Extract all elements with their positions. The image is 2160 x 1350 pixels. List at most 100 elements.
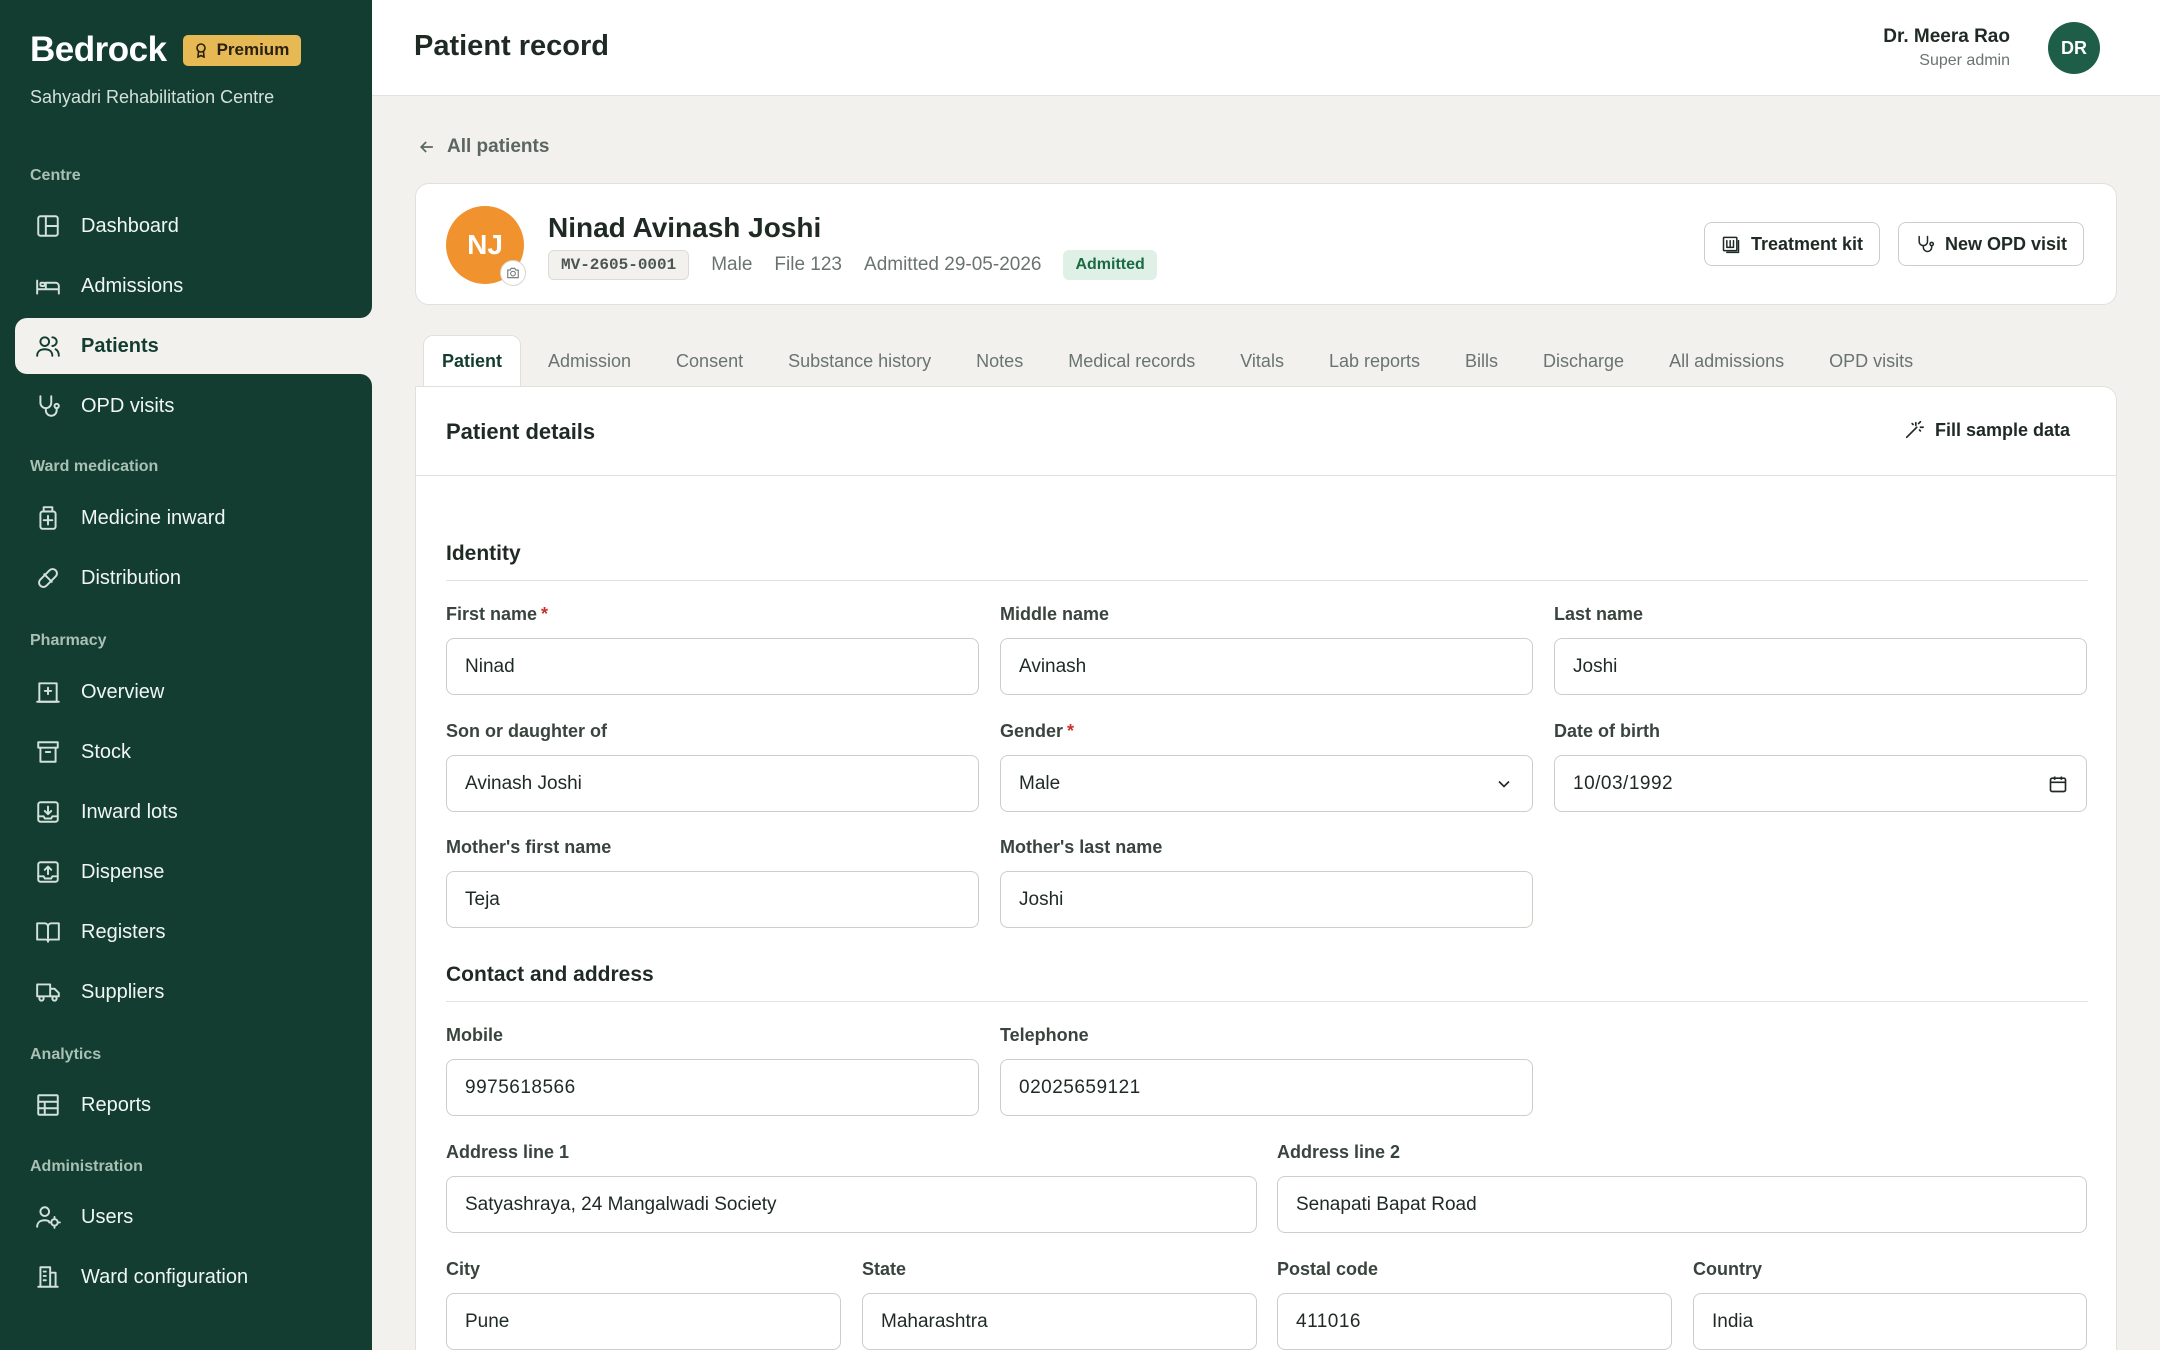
patient-admitted-date: Admitted 29-05-2026 [864,254,1042,275]
sidebar-item-users[interactable]: Users [15,1189,372,1245]
magic-wand-icon [1905,420,1924,439]
user-cog-icon [36,1206,61,1229]
premium-badge: Premium [182,34,302,66]
stethoscope-icon [39,395,60,417]
camera-icon [507,267,519,279]
sidebar-item-label: Registers [81,920,166,943]
back-to-all-patients-link[interactable]: All patients [417,136,549,158]
inbox-upload-icon [37,861,59,883]
sidebar-item-overview[interactable]: Overview [15,664,372,720]
panel-header: Patient details Fill sample data [416,387,2116,476]
sidebar-item-label: OPD visits [81,394,175,417]
sidebar-item-stock[interactable]: Stock [15,724,372,780]
state-label: State [862,1259,907,1279]
postal-code-field[interactable]: 411016 [1277,1293,1672,1350]
country-field[interactable]: India [1693,1293,2087,1350]
sidebar-item-label: Ward configuration [81,1265,249,1288]
dob-value: 10/03/1992 [1573,772,1674,794]
dob-field[interactable]: 10/03/1992 [1554,755,2087,812]
arrow-left-icon [419,141,433,153]
sidebar-item-label: Distribution [81,566,182,589]
section-divider [446,580,2088,581]
users-icon [36,336,60,357]
last-name-field[interactable]: Joshi [1554,638,2087,695]
telephone-field[interactable]: 02025659121 [1000,1059,1533,1116]
tab-bills[interactable]: Bills [1447,335,1516,387]
mother-first-name-label: Mother's first name [446,837,612,857]
tab-consent[interactable]: Consent [658,335,761,387]
mother-first-name-field[interactable]: Teja [446,871,979,928]
mobile-label: Mobile [446,1025,503,1045]
tab-vitals[interactable]: Vitals [1222,335,1302,387]
sidebar-item-registers[interactable]: Registers [15,904,372,960]
treatment-kit-button[interactable]: Treatment kit [1704,222,1881,266]
sidebar-item-admissions[interactable]: Admissions [15,258,372,314]
tab-patient[interactable]: Patient [423,335,522,387]
record-tabs: Patient Admission Consent Substance hist… [423,335,1940,387]
fill-sample-label: Fill sample data [1934,419,2070,440]
centre-name: Sahyadri Rehabilitation Centre [30,87,275,107]
sidebar-item-inward-lots[interactable]: Inward lots [15,784,372,840]
sidebar-item-label: Medicine inward [81,506,226,529]
son-daughter-of-field[interactable]: Avinash Joshi [446,755,979,812]
address-line-1-field[interactable]: Satyashraya, 24 Mangalwadi Society [446,1176,1257,1233]
tab-discharge[interactable]: Discharge [1525,335,1642,387]
page-title: Patient record [414,30,609,62]
user-name: Dr. Meera Rao [1883,26,2010,47]
mobile-field[interactable]: 9975618566 [446,1059,979,1116]
gender-select[interactable]: Male [1000,755,1533,812]
mother-last-name-label: Mother's last name [1000,837,1163,857]
dob-label: Date of birth [1554,721,1660,741]
sidebar-item-ward-configuration[interactable]: Ward configuration [15,1249,372,1305]
nav-section-administration: Administration [30,1158,143,1175]
tab-notes[interactable]: Notes [958,335,1041,387]
section-divider [446,1001,2088,1002]
fill-sample-data-button[interactable]: Fill sample data [1903,419,2070,441]
book-open-icon [36,922,60,943]
layout-icon [37,215,59,237]
tab-opd-visits[interactable]: OPD visits [1811,335,1931,387]
sidebar-item-label: Patients [81,334,159,357]
sidebar-item-dashboard[interactable]: Dashboard [15,198,372,254]
tab-admission[interactable]: Admission [530,335,649,387]
patient-details-panel: Patient details Fill sample data Identit… [415,386,2117,1350]
section-title-contact: Contact and address [446,963,654,986]
patient-summary-card: NJ Ninad Avinash Joshi MV-2605-0001 Male… [415,183,2117,305]
user-info[interactable]: Dr. Meera Rao Super admin [1883,26,2010,70]
sidebar-item-medicine-inward[interactable]: Medicine inward [15,490,372,546]
first-name-label: First name * [446,604,549,624]
city-label: City [446,1259,481,1279]
hospital-icon [36,682,60,703]
sidebar-item-opd-visits[interactable]: OPD visits [15,378,372,434]
sidebar-item-suppliers[interactable]: Suppliers [15,964,372,1020]
middle-name-label: Middle name [1000,604,1110,624]
first-name-field[interactable]: Ninad [446,638,979,695]
stethoscope-icon [1918,235,1935,253]
new-opd-visit-button[interactable]: New OPD visit [1898,222,2085,266]
change-photo-button[interactable] [500,260,526,286]
status-badge: Admitted [1063,250,1157,280]
sidebar-item-patients[interactable]: Patients [15,318,372,374]
tab-substance-history[interactable]: Substance history [770,335,949,387]
postal-code-label: Postal code [1277,1259,1379,1279]
tab-medical-records[interactable]: Medical records [1050,335,1213,387]
patient-meta: MV-2605-0001 Male File 123 Admitted 29-0… [548,250,1157,280]
sidebar-item-label: Dispense [81,860,165,883]
state-field[interactable]: Maharashtra [862,1293,1257,1350]
user-avatar[interactable]: DR [2048,22,2100,74]
medicine-box-icon [39,506,57,530]
middle-name-field[interactable]: Avinash [1000,638,1533,695]
address-line-2-field[interactable]: Senapati Bapat Road [1277,1176,2087,1233]
nav-section-analytics: Analytics [30,1046,102,1063]
sidebar-item-distribution[interactable]: Distribution [15,550,372,606]
patient-name: Ninad Avinash Joshi [548,212,822,243]
calendar-icon[interactable] [2048,774,2068,794]
truck-icon [36,983,60,1002]
sidebar-item-dispense[interactable]: Dispense [15,844,372,900]
pill-icon [38,568,58,588]
sidebar-item-reports[interactable]: Reports [15,1077,372,1133]
tab-lab-reports[interactable]: Lab reports [1311,335,1438,387]
city-field[interactable]: Pune [446,1293,841,1350]
tab-all-admissions[interactable]: All admissions [1651,335,1802,387]
mother-last-name-field[interactable]: Joshi [1000,871,1533,928]
